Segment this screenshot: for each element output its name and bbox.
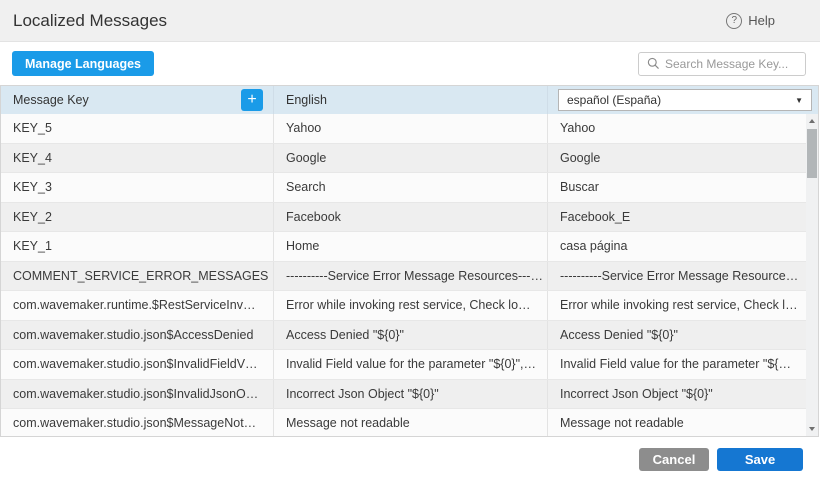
translation-cell[interactable]: Yahoo (547, 114, 806, 143)
table-row[interactable]: KEY_2 Facebook Facebook_E (1, 203, 806, 233)
save-button[interactable]: Save (717, 448, 803, 471)
message-key-cell[interactable]: com.wavemaker.studio.json$InvalidFieldV… (1, 350, 273, 379)
column-header-english: English (273, 86, 547, 114)
language-select-value: español (España) (567, 93, 661, 107)
page-title: Localized Messages (13, 11, 167, 31)
message-key-cell[interactable]: KEY_1 (1, 232, 273, 261)
message-key-cell[interactable]: com.wavemaker.studio.json$MessageNot… (1, 409, 273, 436)
vertical-scrollbar[interactable] (806, 114, 818, 436)
english-cell[interactable]: Error while invoking rest service, Check… (273, 291, 547, 320)
scrollbar-thumb[interactable] (807, 129, 817, 178)
english-cell[interactable]: ----------Service Error Message Resource… (273, 262, 547, 291)
table-row[interactable]: KEY_5 Yahoo Yahoo (1, 114, 806, 144)
scroll-up-button[interactable] (806, 114, 818, 128)
toolbar: Manage Languages (0, 42, 820, 85)
manage-languages-button[interactable]: Manage Languages (12, 51, 154, 76)
dialog-titlebar: Localized Messages ? Help (0, 0, 820, 42)
scroll-down-button[interactable] (806, 422, 818, 436)
translation-cell[interactable]: Message not readable (547, 409, 806, 436)
message-key-cell[interactable]: KEY_3 (1, 173, 273, 202)
help-label: Help (748, 13, 775, 28)
message-key-cell[interactable]: KEY_4 (1, 144, 273, 173)
table-row[interactable]: com.wavemaker.studio.json$InvalidFieldV…… (1, 350, 806, 380)
cancel-button[interactable]: Cancel (639, 448, 709, 471)
translation-cell[interactable]: ----------Service Error Message Resource… (547, 262, 806, 291)
table-row[interactable]: KEY_1 Home casa página (1, 232, 806, 262)
english-cell[interactable]: Google (273, 144, 547, 173)
search-icon (647, 57, 660, 70)
column-header-message-key: Message Key + (1, 86, 273, 114)
translation-cell[interactable]: Facebook_E (547, 203, 806, 232)
english-cell[interactable]: Home (273, 232, 547, 261)
english-cell[interactable]: Message not readable (273, 409, 547, 436)
language-select[interactable]: español (España) ▼ (558, 89, 812, 111)
message-key-cell[interactable]: com.wavemaker.studio.json$InvalidJsonO… (1, 380, 273, 409)
add-message-key-button[interactable]: + (241, 89, 263, 111)
help-button[interactable]: ? Help (726, 13, 775, 29)
dialog-footer: Cancel Save (0, 448, 803, 471)
table-row[interactable]: COMMENT_SERVICE_ERROR_MESSAGES ---------… (1, 262, 806, 292)
messages-table: Message Key + English español (España) ▼… (0, 85, 819, 437)
chevron-down-icon: ▼ (795, 96, 803, 105)
translation-cell[interactable]: Access Denied "${0}" (547, 321, 806, 350)
translation-cell[interactable]: casa página (547, 232, 806, 261)
triangle-down-icon (809, 427, 815, 431)
english-cell[interactable]: Access Denied "${0}" (273, 321, 547, 350)
question-circle-icon: ? (726, 13, 742, 29)
message-key-label: Message Key (13, 93, 89, 107)
message-key-cell[interactable]: COMMENT_SERVICE_ERROR_MESSAGES (1, 262, 273, 291)
english-label: English (286, 93, 327, 107)
table-row[interactable]: com.wavemaker.studio.json$InvalidJsonO… … (1, 380, 806, 410)
translation-cell[interactable]: Incorrect Json Object "${0}" (547, 380, 806, 409)
table-row[interactable]: com.wavemaker.studio.json$AccessDenied A… (1, 321, 806, 351)
translation-cell[interactable]: Buscar (547, 173, 806, 202)
table-row[interactable]: KEY_4 Google Google (1, 144, 806, 174)
table-header: Message Key + English español (España) ▼ (1, 86, 818, 114)
english-cell[interactable]: Search (273, 173, 547, 202)
table-row[interactable]: KEY_3 Search Buscar (1, 173, 806, 203)
message-key-cell[interactable]: KEY_5 (1, 114, 273, 143)
translation-cell[interactable]: Google (547, 144, 806, 173)
message-key-cell[interactable]: com.wavemaker.runtime.$RestServiceInv… (1, 291, 273, 320)
search-input[interactable] (665, 57, 797, 71)
message-key-cell[interactable]: com.wavemaker.studio.json$AccessDenied (1, 321, 273, 350)
triangle-up-icon (809, 119, 815, 123)
message-key-cell[interactable]: KEY_2 (1, 203, 273, 232)
column-header-language: español (España) ▼ (547, 86, 818, 114)
english-cell[interactable]: Invalid Field value for the parameter "$… (273, 350, 547, 379)
table-body: KEY_5 Yahoo Yahoo KEY_4 Google Google KE… (1, 114, 806, 436)
translation-cell[interactable]: Invalid Field value for the parameter "$… (547, 350, 806, 379)
table-row[interactable]: com.wavemaker.studio.json$MessageNot… Me… (1, 409, 806, 436)
english-cell[interactable]: Incorrect Json Object "${0}" (273, 380, 547, 409)
table-row[interactable]: com.wavemaker.runtime.$RestServiceInv… E… (1, 291, 806, 321)
search-box[interactable] (638, 52, 806, 76)
translation-cell[interactable]: Error while invoking rest service, Check… (547, 291, 806, 320)
english-cell[interactable]: Facebook (273, 203, 547, 232)
english-cell[interactable]: Yahoo (273, 114, 547, 143)
